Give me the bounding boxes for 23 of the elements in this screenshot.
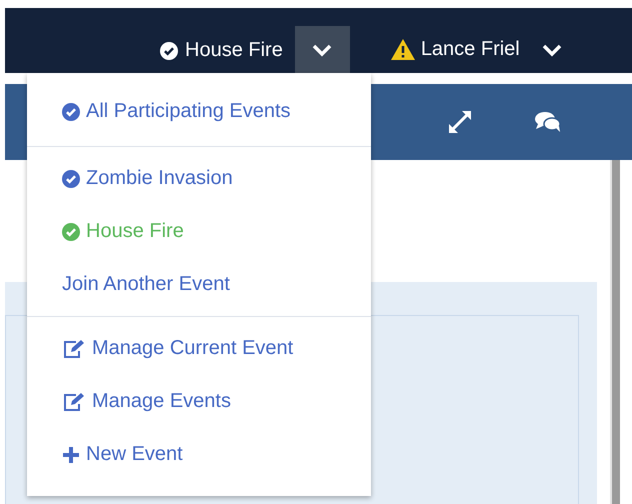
event-menu-toggle[interactable]	[294, 26, 350, 73]
check-circle-icon	[62, 170, 80, 188]
expand-icon	[447, 109, 473, 135]
menu-item[interactable]: New Event	[27, 428, 371, 481]
chevron-down-icon	[312, 42, 332, 56]
menu-item[interactable]: Zombie Invasion	[27, 152, 371, 205]
menu-item[interactable]: Join Another Event	[27, 258, 371, 311]
check-circle-icon	[62, 222, 80, 240]
edit-icon	[62, 338, 86, 358]
menu-item[interactable]: Manage Events	[27, 375, 371, 428]
user-name[interactable]: Lance Friel	[420, 38, 520, 61]
check-circle-icon	[62, 102, 80, 120]
chat-bubbles-icon	[534, 110, 562, 134]
fullscreen-button[interactable]	[447, 109, 473, 135]
menu-item[interactable]: Manage Current Event	[27, 322, 371, 375]
edit-icon	[62, 392, 86, 412]
chat-button[interactable]	[534, 110, 562, 134]
current-event-label: House Fire	[185, 39, 283, 62]
scrollbar[interactable]	[610, 160, 620, 504]
check-circle-icon	[160, 42, 178, 60]
menu-item[interactable]: All Participating Events	[27, 85, 371, 138]
chevron-down-icon	[542, 42, 562, 56]
plus-icon	[62, 446, 80, 464]
